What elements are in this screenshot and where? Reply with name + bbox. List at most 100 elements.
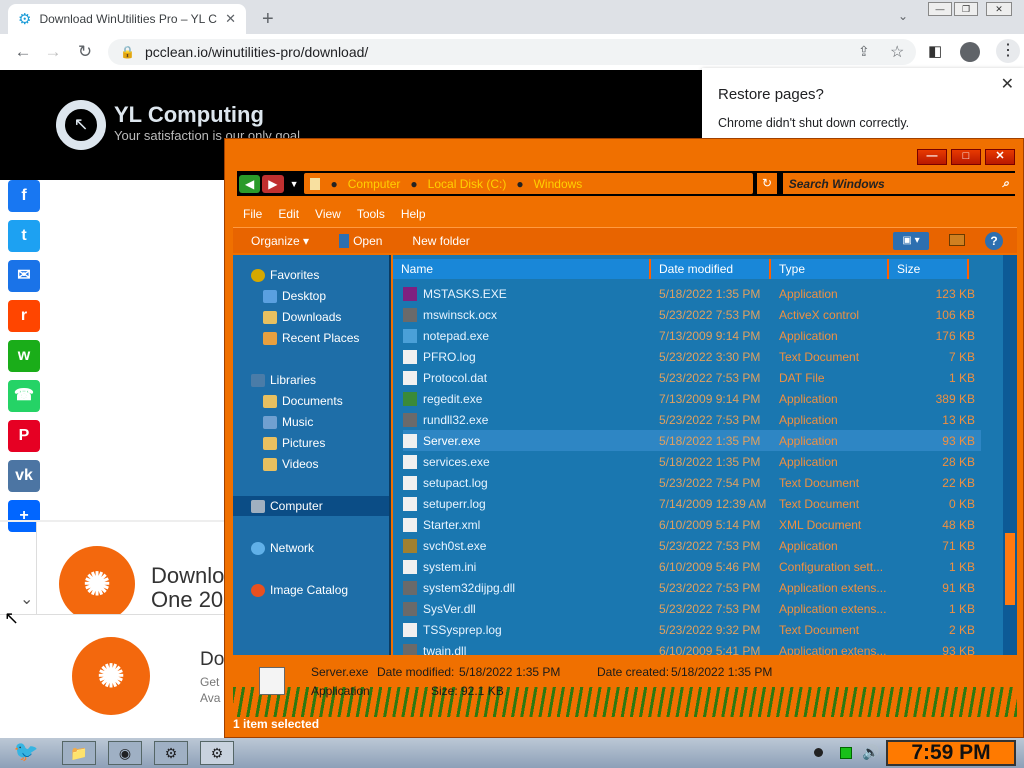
tab-search-icon[interactable]: ⌄ — [898, 9, 908, 23]
menu-kebab-icon[interactable]: ⋮ — [996, 39, 1020, 63]
nav-recent-places[interactable]: Recent Places — [263, 328, 359, 348]
file-row[interactable]: Server.exe 5/18/2022 1:35 PM Application 93… — [403, 430, 981, 451]
help-icon[interactable]: ? — [985, 232, 1003, 250]
file-type-cell: Application — [779, 286, 838, 301]
share-page-icon[interactable]: ⇪ — [858, 43, 870, 60]
pinterest-share-icon[interactable]: P — [8, 420, 40, 452]
menu-edit[interactable]: Edit — [278, 207, 299, 221]
scrollbar-thumb[interactable] — [1005, 533, 1015, 605]
tray-record-icon[interactable] — [814, 748, 823, 757]
back-icon[interactable]: ← — [8, 42, 38, 62]
taskbar-active-app-icon[interactable]: ⚙ — [200, 741, 234, 765]
reddit-share-icon[interactable]: r — [8, 300, 40, 332]
nav-network[interactable]: Network — [251, 538, 314, 558]
nav-image-catalog[interactable]: Image Catalog — [251, 580, 348, 600]
search-windows-input[interactable]: Search Windows ⌕ — [782, 173, 1016, 194]
column-name[interactable]: Name — [393, 259, 651, 279]
file-row[interactable]: regedit.exe 7/13/2009 9:14 PM Application 3… — [403, 388, 981, 409]
file-row[interactable]: rundll32.exe 5/23/2022 7:53 PM Application… — [403, 409, 981, 430]
image-catalog-icon — [251, 583, 265, 597]
url-bar[interactable]: 🔒 pcclean.io/winutilities-pro/download/ — [108, 39, 916, 65]
file-row[interactable]: notepad.exe 7/13/2009 9:14 PM Application 1… — [403, 325, 981, 346]
nav-downloads[interactable]: Downloads — [263, 307, 341, 327]
file-row[interactable]: Starter.xml 6/10/2009 5:14 PM XML Document… — [403, 514, 981, 535]
minimize-browser-button[interactable]: — — [928, 2, 952, 16]
menu-view[interactable]: View — [315, 207, 341, 221]
breadcrumb-windows[interactable]: Windows — [534, 177, 583, 191]
side-panel-icon[interactable]: ◧ — [928, 42, 942, 60]
banner-heading[interactable]: Do — [200, 649, 224, 671]
refresh-icon[interactable]: ↻ — [757, 173, 777, 194]
nav-music[interactable]: Music — [263, 412, 313, 432]
restore-browser-button[interactable]: ❐ — [954, 2, 978, 16]
download-heading[interactable]: Downlo One 20 — [151, 564, 224, 612]
file-row[interactable]: system.ini 6/10/2009 5:46 PM Configuration… — [403, 556, 981, 577]
maximize-window-button[interactable]: □ — [951, 149, 981, 165]
open-button[interactable]: Open — [339, 233, 382, 248]
whatsapp-share-icon[interactable]: ☎ — [8, 380, 40, 412]
collapse-chevron-icon[interactable]: ⌄ — [20, 589, 33, 609]
close-window-button[interactable]: ✕ — [985, 149, 1015, 165]
forward-arrow-icon[interactable]: ▶ — [262, 174, 284, 193]
start-button-angry-bird-icon[interactable]: 🐦 — [4, 741, 48, 765]
close-tab-icon[interactable]: ✕ — [225, 11, 236, 27]
nav-videos[interactable]: Videos — [263, 454, 318, 474]
breadcrumb-computer[interactable]: Computer — [348, 177, 401, 191]
nav-pictures[interactable]: Pictures — [263, 433, 325, 453]
email-share-icon[interactable]: ✉ — [8, 260, 40, 292]
navigation-pane: Favorites Desktop Downloads Recent Place… — [233, 255, 391, 655]
nav-computer[interactable]: Computer — [233, 496, 389, 516]
new-folder-button[interactable]: New folder — [412, 234, 469, 248]
nav-favorites[interactable]: Favorites — [251, 265, 319, 285]
browser-tab[interactable]: ⚙ Download WinUtilities Pro – YL C ✕ — [8, 4, 246, 34]
organize-button[interactable]: Organize ▾ — [251, 234, 309, 248]
taskbar-settings-icon[interactable]: ⚙ — [154, 741, 188, 765]
close-browser-button[interactable]: ✕ — [986, 2, 1012, 16]
menu-help[interactable]: Help — [401, 207, 426, 221]
download-card-1: ✺ Downlo One 20 — [36, 522, 224, 622]
twitter-share-icon[interactable]: t — [8, 220, 40, 252]
vk-share-icon[interactable]: vk — [8, 460, 40, 492]
breadcrumb-local-disk[interactable]: Local Disk (C:) — [428, 177, 507, 191]
taskbar-chrome-icon[interactable]: ◉ — [108, 741, 142, 765]
taskbar-explorer-icon[interactable]: 📁 — [62, 741, 96, 765]
taskbar-clock[interactable]: 7:59 PM — [886, 740, 1016, 766]
tray-volume-icon[interactable]: 🔊 — [862, 744, 879, 761]
file-row[interactable]: Protocol.dat 5/23/2022 7:53 PM DAT File 1 K… — [403, 367, 981, 388]
nav-libraries[interactable]: Libraries — [251, 370, 316, 390]
change-view-icon[interactable]: ▣ ▾ — [893, 232, 929, 250]
menu-tools[interactable]: Tools — [357, 207, 385, 221]
file-row[interactable]: mswinsck.ocx 5/23/2022 7:53 PM ActiveX con… — [403, 304, 981, 325]
new-tab-button[interactable]: + — [262, 8, 274, 31]
site-brand[interactable]: YL Computing — [114, 102, 264, 128]
column-date-modified[interactable]: Date modified — [651, 259, 771, 279]
forward-icon[interactable]: → — [38, 42, 68, 62]
file-row[interactable]: setupact.log 5/23/2022 7:54 PM Text Docume… — [403, 472, 981, 493]
tray-battery-icon[interactable] — [840, 747, 852, 759]
file-row[interactable]: setuperr.log 7/14/2009 12:39 AM Text Docum… — [403, 493, 981, 514]
column-size[interactable]: Size — [889, 259, 969, 279]
bookmark-star-icon[interactable]: ☆ — [890, 42, 904, 62]
reload-icon[interactable]: ↻ — [70, 42, 100, 62]
minimize-window-button[interactable]: — — [917, 149, 947, 165]
facebook-share-icon[interactable]: f — [8, 180, 40, 212]
back-arrow-icon[interactable]: ◀ — [239, 174, 261, 193]
nav-documents[interactable]: Documents — [263, 391, 343, 411]
wechat-share-icon[interactable]: w — [8, 340, 40, 372]
file-row[interactable]: MSTASKS.EXE 5/18/2022 1:35 PM Application 1… — [403, 283, 981, 304]
close-popup-icon[interactable]: ✕ — [1001, 74, 1014, 94]
nav-desktop[interactable]: Desktop — [263, 286, 326, 306]
file-row[interactable]: system32dijpg.dll 5/23/2022 7:53 PM Applic… — [403, 577, 981, 598]
file-row[interactable]: services.exe 5/18/2022 1:35 PM Application… — [403, 451, 981, 472]
column-type[interactable]: Type — [771, 259, 889, 279]
menu-file[interactable]: File — [243, 207, 262, 221]
preview-pane-icon[interactable] — [949, 234, 965, 246]
vertical-scrollbar[interactable] — [1003, 255, 1017, 655]
file-row[interactable]: twain.dll 6/10/2009 5:41 PM Application ex… — [403, 640, 981, 655]
profile-avatar[interactable] — [960, 42, 980, 62]
file-row[interactable]: TSSysprep.log 5/23/2022 9:32 PM Text Docum… — [403, 619, 981, 640]
history-dropdown-icon[interactable]: ▼ — [290, 179, 299, 189]
file-row[interactable]: PFRO.log 5/23/2022 3:30 PM Text Document 7 … — [403, 346, 981, 367]
file-row[interactable]: svch0st.exe 5/23/2022 7:53 PM Application 7… — [403, 535, 981, 556]
file-row[interactable]: SysVer.dll 5/23/2022 7:53 PM Application e… — [403, 598, 981, 619]
